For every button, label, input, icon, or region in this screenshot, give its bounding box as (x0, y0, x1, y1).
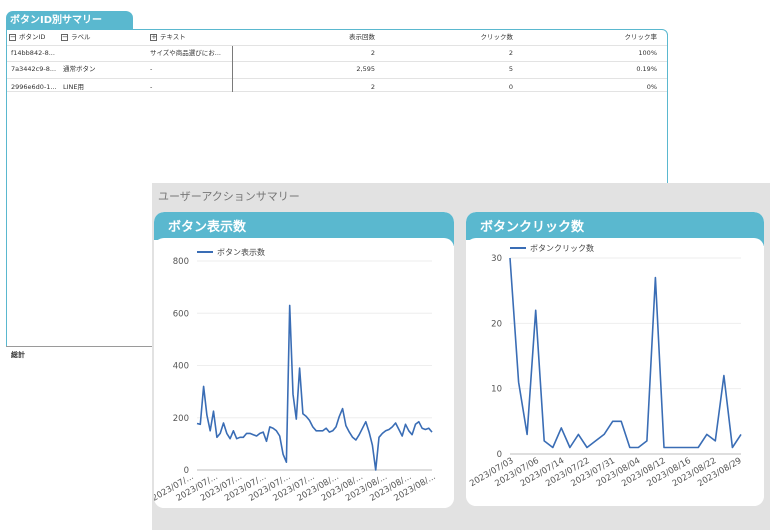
cell-text: - (150, 65, 153, 73)
header-ctr[interactable]: クリック率 (593, 30, 658, 45)
header-views[interactable]: 表示回数 (307, 30, 375, 45)
y-tick-label: 200 (173, 414, 189, 424)
cell-clicks: 5 (508, 65, 513, 73)
table-row[interactable]: 7a3442c9-8... 通常ボタン - 2,595 5 0.19% (7, 62, 667, 77)
column-resize-handle[interactable] (232, 46, 233, 92)
row-divider (7, 91, 667, 92)
total-label: 総計 (11, 351, 25, 359)
cell-views: 2 (370, 49, 375, 57)
cell-label: 通常ボタン (63, 65, 96, 73)
y-tick-label: 10 (491, 385, 502, 395)
series-line (509, 257, 742, 449)
header-text[interactable]: + テキスト (150, 30, 186, 45)
section-title: ユーザーアクションサマリー (158, 190, 300, 203)
clicks-chart-card: ボタンクリック数 ボタンクリック数 0 10 20 30 2023/07/03 2023/0… (466, 212, 764, 506)
cell-ctr: 100% (638, 49, 657, 57)
table-total-row: 総計 (6, 346, 152, 363)
summary-tab-title: ボタンID別サマリー (6, 11, 133, 31)
expand-icon[interactable]: + (150, 33, 157, 41)
header-button-id[interactable]: − ボタンID (9, 30, 45, 45)
y-tick-label: 0 (497, 450, 502, 460)
views-chart-card: ボタン表示数 ボタン表示数 0 200 400 600 800 2023/07/... 202… (154, 212, 454, 508)
collapse-icon[interactable]: − (61, 33, 68, 41)
legend-label: ボタンクリック数 (530, 243, 594, 253)
clicks-line-chart: ボタンクリック数01020302023/07/032023/07/062023/… (468, 243, 743, 489)
cell-text: サイズや商品選びにお... (150, 49, 222, 57)
cell-clicks: 2 (508, 49, 513, 57)
cell-button-id: f14bb842-8... (11, 49, 55, 57)
header-clicks[interactable]: クリック数 (447, 30, 514, 45)
table-header-row: − ボタンID − ラベル + テキスト 表示回数 クリック数 クリック率 (7, 30, 667, 45)
y-tick-label: 20 (491, 319, 502, 329)
cell-views: 2,595 (356, 65, 375, 73)
table-row[interactable]: f14bb842-8... サイズや商品選びにお... 2 2 100% (7, 46, 667, 61)
y-tick-label: 600 (173, 309, 189, 319)
cell-ctr: 0.19% (636, 65, 657, 73)
views-line-chart: ボタン表示数02004006008002023/07/...2023/07/..… (154, 247, 438, 504)
y-tick-label: 800 (173, 257, 189, 267)
collapse-icon[interactable]: − (9, 33, 16, 41)
y-tick-label: 30 (491, 254, 502, 264)
y-tick-label: 400 (173, 362, 189, 372)
legend-label: ボタン表示数 (217, 247, 265, 257)
header-label[interactable]: − ラベル (61, 30, 91, 45)
series-line (196, 304, 433, 471)
cell-button-id: 7a3442c9-8... (11, 65, 57, 73)
